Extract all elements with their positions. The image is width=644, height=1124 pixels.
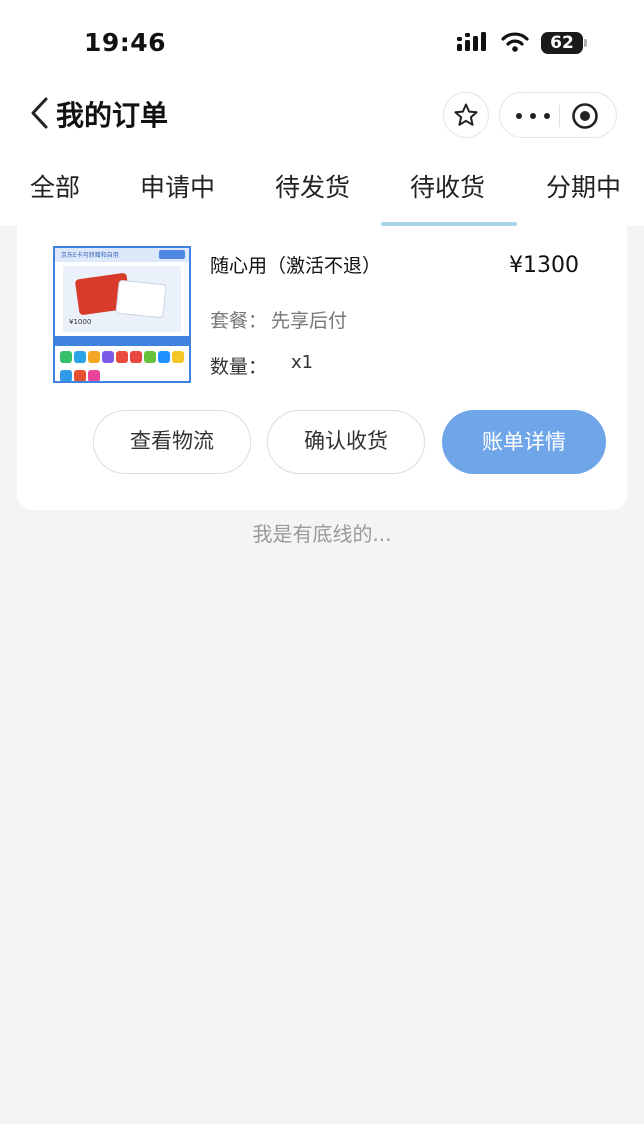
target-circle-icon[interactable] <box>571 102 599 130</box>
chevron-left-icon[interactable] <box>28 96 50 130</box>
thumbnail-card-area: ¥1000 <box>63 266 181 332</box>
confirm-receipt-button[interactable]: 确认收货 <box>267 410 425 474</box>
more-dots-icon[interactable] <box>516 104 550 128</box>
miniprogram-capsule <box>499 92 617 138</box>
package-row: 套餐： 先享后付 <box>210 306 347 333</box>
header-area: 19:46 62 我的订单 全部 申请中 待发货 待收货 分期中 <box>0 0 644 226</box>
quantity-value: x1 <box>291 352 314 373</box>
product-thumbnail[interactable]: 京东E卡可转赠和自用 ¥1000 <box>53 246 191 383</box>
signal-icon <box>457 32 486 51</box>
thumbnail-chip <box>159 250 185 259</box>
product-price: ¥1300 <box>509 253 579 278</box>
status-time: 19:46 <box>84 28 167 57</box>
bill-details-button[interactable]: 账单详情 <box>442 410 606 474</box>
battery-icon: 62 <box>541 32 583 54</box>
page-title: 我的订单 <box>56 99 169 132</box>
package-label: 套餐： <box>210 310 268 332</box>
list-end-text: 我是有底线的... <box>252 522 392 546</box>
battery-tip <box>584 39 587 47</box>
tab-installment[interactable]: 分期中 <box>546 168 621 204</box>
thumbnail-banner <box>55 336 189 346</box>
package-value: 先享后付 <box>271 310 348 332</box>
product-name: 随心用（激活不退） <box>210 255 382 277</box>
quantity-label: 数量： <box>210 356 268 378</box>
jd-card-image-white <box>115 279 167 319</box>
capsule-divider <box>559 105 560 127</box>
order-card: 京东E卡可转赠和自用 ¥1000 随心用（激活不退） ¥1300 套餐： 先享后付… <box>17 226 627 510</box>
thumbnail-header-text: 京东E卡可转赠和自用 <box>61 252 119 259</box>
wifi-icon <box>501 32 529 52</box>
tab-pending-receipt[interactable]: 待收货 <box>410 168 485 204</box>
favorite-button[interactable] <box>443 92 489 138</box>
tab-applying[interactable]: 申请中 <box>140 168 215 204</box>
view-logistics-button[interactable]: 查看物流 <box>93 410 251 474</box>
thumbnail-app-icons <box>59 349 187 381</box>
tab-all[interactable]: 全部 <box>30 168 80 204</box>
star-icon <box>454 103 478 126</box>
thumbnail-price: ¥1000 <box>69 318 92 326</box>
tab-pending-shipment[interactable]: 待发货 <box>275 168 350 204</box>
